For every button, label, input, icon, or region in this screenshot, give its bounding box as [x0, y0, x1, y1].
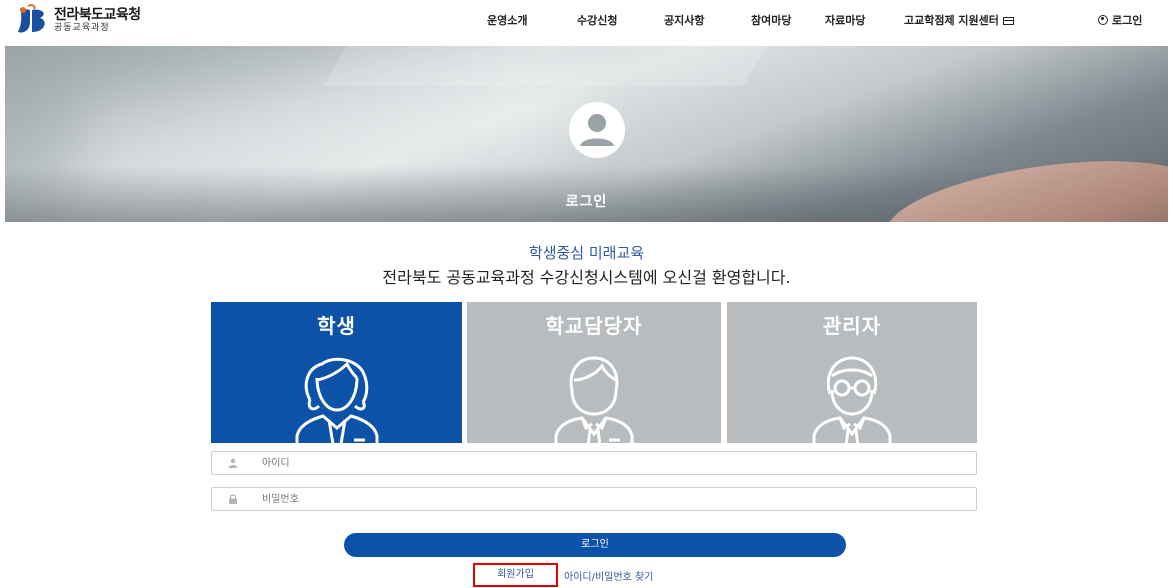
banner-title: 로그인: [565, 194, 608, 210]
password-field[interactable]: [211, 487, 977, 511]
login-banner: 로그인: [5, 46, 1168, 222]
role-tile-student[interactable]: 학생: [211, 302, 462, 443]
site-header: 전라북도교육청 공동교육과정 운영소개 수강신청 공지사항 참여마당 자료마당 …: [0, 0, 1173, 40]
find-account-link[interactable]: 아이디/비밀번호 찾기: [564, 568, 653, 583]
password-input[interactable]: [262, 490, 962, 508]
nav-item-credit-center-label: 고교학점제 지원센터: [904, 14, 999, 27]
signup-link[interactable]: 회원가입: [473, 563, 558, 587]
role-tile-school-manager-label: 학교담당자: [545, 314, 643, 338]
header-login-link[interactable]: 로그인: [1098, 12, 1142, 28]
nav-item-community[interactable]: 참여마당: [751, 12, 791, 28]
student-figure-icon: [295, 357, 378, 443]
role-tile-student-label: 학생: [317, 314, 356, 338]
user-id-field[interactable]: [211, 451, 977, 475]
welcome-title: 전라북도 공동교육과정 수강신청시스템에 오신걸 환영합니다.: [382, 268, 791, 287]
login-button[interactable]: 로그인: [344, 533, 846, 557]
role-tile-admin-label: 관리자: [822, 314, 882, 338]
user-icon: [228, 458, 238, 468]
user-id-input[interactable]: [262, 454, 962, 472]
nav-item-notice[interactable]: 공지사항: [664, 12, 704, 28]
role-tile-school-manager[interactable]: 학교담당자: [467, 302, 721, 443]
role-tile-admin[interactable]: 관리자: [727, 302, 977, 443]
lock-icon: [229, 494, 237, 504]
main-nav: 운영소개 수강신청 공지사항 참여마당 자료마당 고교학점제 지원센터 로그인: [0, 12, 1173, 28]
manager-figure-icon: [554, 356, 634, 443]
banner-highlight: [323, 46, 767, 86]
admin-figure-icon: [812, 356, 892, 443]
nav-item-resources[interactable]: 자료마당: [825, 12, 865, 28]
user-circle-icon: [1098, 15, 1108, 25]
nav-item-credit-center[interactable]: 고교학점제 지원센터: [904, 12, 1014, 28]
nav-item-enrollment[interactable]: 수강신청: [577, 12, 617, 28]
welcome-subtitle: 학생중심 미래교육: [528, 244, 645, 262]
header-login-label: 로그인: [1112, 14, 1143, 27]
external-link-icon: [1002, 17, 1014, 25]
nav-item-about[interactable]: 운영소개: [487, 12, 527, 28]
user-avatar-icon: [569, 102, 625, 158]
